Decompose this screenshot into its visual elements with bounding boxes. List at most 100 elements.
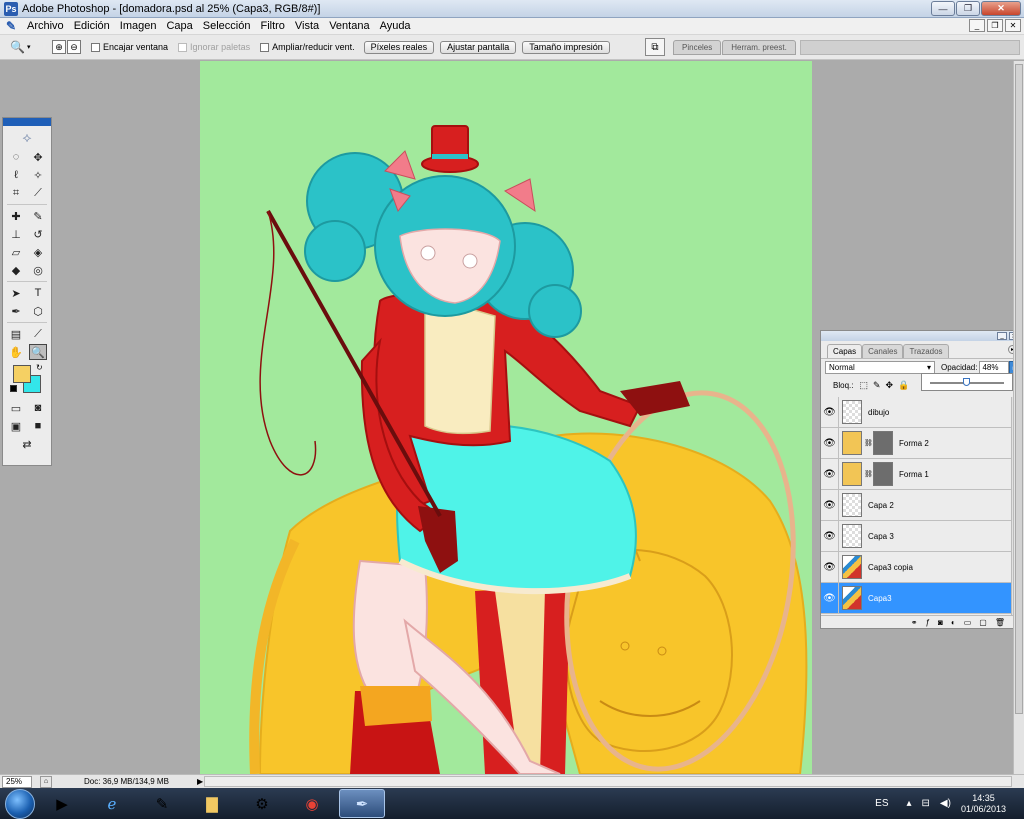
shape-tool-icon[interactable]: ⬡: [29, 303, 47, 319]
vector-mask-thumbnail[interactable]: [873, 431, 893, 455]
zoom-tool-icon[interactable]: 🔍: [29, 344, 47, 360]
tool-preset-picker[interactable]: 🔍 ▾: [10, 37, 44, 57]
lock-position-icon[interactable]: ✥: [886, 380, 894, 391]
menu-seleccion[interactable]: Selección: [198, 20, 256, 32]
swap-colors-icon[interactable]: ↻: [36, 363, 43, 372]
restore-button[interactable]: ❐: [956, 1, 980, 16]
horizontal-scrollbar[interactable]: [204, 776, 1012, 787]
visibility-eye-icon[interactable]: 👁: [821, 489, 839, 521]
layer-row[interactable]: 👁 Capa3 copia: [821, 551, 1011, 583]
photoshop-taskbar-icon[interactable]: ✒: [339, 789, 385, 818]
screen-mode-full-icon[interactable]: ■: [29, 418, 47, 434]
visibility-eye-icon[interactable]: 👁: [821, 458, 839, 490]
slice-tool-icon[interactable]: ⟋: [29, 185, 47, 201]
screen-mode-icon[interactable]: ▣: [7, 418, 25, 434]
clock[interactable]: 14:35 01/06/2013: [961, 793, 1006, 815]
menu-imagen[interactable]: Imagen: [115, 20, 162, 32]
toolbox-titlebar[interactable]: [3, 118, 51, 126]
lasso-tool-icon[interactable]: ℓ: [7, 167, 25, 183]
status-menu-arrow-icon[interactable]: ▶: [197, 777, 203, 786]
paint-app-icon[interactable]: ✎: [139, 789, 185, 818]
layer-row[interactable]: 👁 Capa 2: [821, 489, 1011, 521]
status-info-icon[interactable]: ⌂: [40, 775, 52, 788]
print-size-button[interactable]: Tamaño impresión: [522, 40, 610, 54]
dodge-tool-icon[interactable]: ◎: [29, 262, 47, 278]
fit-screen-button[interactable]: Ajustar pantalla: [440, 40, 517, 54]
scrollbar-thumb[interactable]: [1015, 64, 1023, 714]
marquee-tool-icon[interactable]: ◌: [7, 149, 25, 165]
document-canvas[interactable]: [200, 61, 812, 774]
default-colors-icon[interactable]: [10, 385, 17, 392]
type-tool-icon[interactable]: T: [29, 285, 47, 301]
layer-thumbnail[interactable]: [842, 555, 862, 579]
layer-thumbnail[interactable]: [842, 400, 862, 424]
document-menu-icon[interactable]: ✎: [4, 19, 18, 33]
add-mask-icon[interactable]: ◙: [938, 618, 943, 627]
brush-tool-icon[interactable]: ✎: [29, 208, 47, 224]
move-tool-icon[interactable]: ✥: [29, 149, 47, 165]
visibility-eye-icon[interactable]: 👁: [821, 396, 839, 428]
magic-wand-icon[interactable]: ✧: [29, 167, 47, 183]
layer-thumbnail[interactable]: [842, 462, 862, 486]
blend-mode-select[interactable]: Normal ▾: [825, 361, 935, 374]
layer-style-icon[interactable]: ƒ: [926, 618, 930, 627]
menu-archivo[interactable]: Archivo: [22, 20, 69, 32]
layers-panel-titlebar[interactable]: _ ✕: [821, 331, 1021, 341]
layer-thumbnail[interactable]: [842, 431, 862, 455]
layer-row[interactable]: 👁 Capa3: [821, 582, 1011, 614]
pen-tool-icon[interactable]: ✒: [7, 303, 25, 319]
media-player-icon[interactable]: ▶: [39, 789, 85, 818]
panel-minimize-icon[interactable]: _: [997, 332, 1007, 340]
mask-link-icon[interactable]: ⛓: [864, 470, 873, 478]
foreground-color-swatch[interactable]: [13, 365, 31, 383]
start-button[interactable]: [5, 788, 35, 819]
tab-trazados[interactable]: Trazados: [903, 344, 949, 358]
close-button[interactable]: ✕: [981, 1, 1021, 16]
layer-thumbnail[interactable]: [842, 586, 862, 610]
clone-stamp-icon[interactable]: ⊥: [7, 226, 25, 242]
layer-row[interactable]: 👁 ⛓ Forma 1: [821, 458, 1011, 490]
eyedropper-icon[interactable]: ⟋: [29, 326, 47, 342]
new-group-icon[interactable]: ▭: [964, 618, 972, 627]
volume-icon[interactable]: ◀): [940, 798, 951, 809]
menu-edicion[interactable]: Edición: [69, 20, 115, 32]
actual-pixels-button[interactable]: Píxeles reales: [363, 40, 435, 54]
link-layers-icon[interactable]: ⚭: [911, 618, 918, 627]
layer-thumbnail[interactable]: [842, 493, 862, 517]
explorer-folder-icon[interactable]: ▇: [189, 789, 235, 818]
network-app-icon[interactable]: ⚙: [239, 789, 285, 818]
paint-bucket-icon[interactable]: ◈: [29, 244, 47, 260]
menu-filtro[interactable]: Filtro: [255, 20, 289, 32]
menu-ayuda[interactable]: Ayuda: [375, 20, 416, 32]
palette-well-icon[interactable]: ⧉: [645, 38, 665, 56]
lock-transparency-icon[interactable]: ⬚: [859, 380, 868, 391]
layer-thumbnail[interactable]: [842, 524, 862, 548]
menu-capa[interactable]: Capa: [161, 20, 197, 32]
standard-mode-icon[interactable]: ▭: [7, 400, 25, 416]
ignore-palettes-checkbox[interactable]: Ignorar paletas: [178, 42, 250, 52]
doc-close-button[interactable]: ✕: [1005, 19, 1021, 32]
network-icon[interactable]: ⊟: [922, 798, 930, 809]
history-brush-icon[interactable]: ↺: [29, 226, 47, 242]
mask-link-icon[interactable]: ⛓: [864, 439, 873, 447]
new-layer-icon[interactable]: ▢: [979, 618, 987, 627]
trash-icon[interactable]: 🗑: [995, 618, 1005, 627]
tab-canales[interactable]: Canales: [862, 344, 904, 358]
zoom-out-icon[interactable]: ⊖: [67, 40, 81, 54]
tab-pinceles[interactable]: Pinceles: [673, 40, 722, 55]
zoom-in-icon[interactable]: ⊕: [52, 40, 66, 54]
opacity-slider[interactable]: [921, 373, 1013, 391]
layer-row[interactable]: 👁 Capa 3: [821, 520, 1011, 552]
eraser-tool-icon[interactable]: ▱: [7, 244, 25, 260]
visibility-eye-icon[interactable]: 👁: [821, 551, 839, 583]
lock-pixels-icon[interactable]: ✎: [873, 380, 881, 391]
layer-row[interactable]: 👁 dibujo: [821, 396, 1011, 428]
visibility-eye-icon[interactable]: 👁: [821, 582, 839, 614]
lock-all-icon[interactable]: 🔒: [898, 380, 909, 391]
healing-brush-icon[interactable]: ✚: [7, 208, 25, 224]
doc-restore-button[interactable]: ❐: [987, 19, 1003, 32]
feather-logo-icon[interactable]: ⟡: [3, 126, 51, 148]
visibility-eye-icon[interactable]: 👁: [821, 427, 839, 459]
language-indicator[interactable]: ES: [875, 798, 888, 809]
tab-herram-preest[interactable]: Herram. preest.: [722, 40, 796, 55]
